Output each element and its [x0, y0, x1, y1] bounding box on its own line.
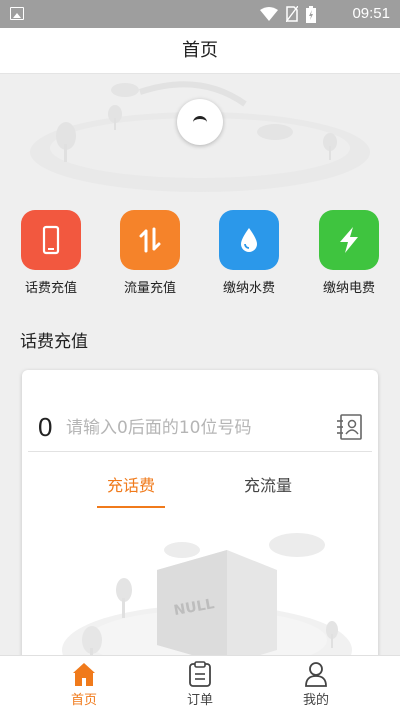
- gallery-icon: [10, 7, 24, 20]
- home-icon: [73, 663, 95, 686]
- banner: [0, 74, 400, 194]
- phone-icon: [42, 225, 60, 255]
- status-time: 09:51: [352, 5, 390, 22]
- service-phone-recharge[interactable]: 话费充值: [11, 210, 91, 296]
- service-tile: [319, 210, 379, 270]
- wifi-icon: [260, 7, 278, 21]
- nav-home[interactable]: 首页: [44, 656, 124, 711]
- tab-phone-credit[interactable]: 充话费: [97, 466, 165, 510]
- recharge-card: 0 充话费 充流量 NULL: [22, 370, 378, 670]
- battery-icon: [306, 5, 316, 23]
- profile-icon: [305, 662, 327, 687]
- service-water-bill[interactable]: 缴纳水费: [209, 210, 289, 296]
- service-tile: [219, 210, 279, 270]
- service-tile: [120, 210, 180, 270]
- nav-orders[interactable]: 订单: [160, 656, 240, 711]
- nav-label: 我的: [302, 693, 329, 708]
- order-icon: [189, 661, 211, 687]
- quick-services: 话费充值 流量充值 缴纳水费 缴纳电费: [0, 210, 400, 300]
- loading-spinner-icon: [177, 99, 223, 145]
- recharge-tabs: 充话费 充流量: [22, 466, 378, 510]
- contacts-icon[interactable]: [336, 414, 362, 440]
- service-label: 缴纳水费: [222, 281, 275, 296]
- phone-prefix: 0: [38, 412, 53, 442]
- status-bar: 09:51: [0, 0, 400, 28]
- lightning-icon: [340, 227, 358, 253]
- no-sim-icon: [286, 6, 298, 22]
- bottom-nav: 首页 订单 我的: [0, 655, 400, 711]
- empty-state-illustration: NULL: [62, 533, 352, 670]
- page-title: 首页: [182, 40, 218, 61]
- nav-label: 订单: [186, 693, 213, 708]
- tab-data-flow[interactable]: 充流量: [236, 466, 300, 510]
- arrows-updown-icon: [139, 227, 161, 253]
- section-title: 话费充值: [20, 332, 88, 352]
- phone-input-row: 0: [28, 400, 372, 452]
- system-icons: [260, 5, 316, 23]
- service-electric-bill[interactable]: 缴纳电费: [309, 210, 389, 296]
- water-drop-icon: [241, 228, 257, 252]
- service-data-recharge[interactable]: 流量充值: [110, 210, 190, 296]
- app-header: 首页: [0, 28, 400, 74]
- service-tile: [21, 210, 81, 270]
- service-label: 缴纳电费: [322, 281, 375, 296]
- service-label: 话费充值: [24, 281, 77, 296]
- nav-profile[interactable]: 我的: [276, 656, 356, 711]
- nav-label: 首页: [70, 693, 97, 708]
- service-label: 流量充值: [123, 281, 176, 296]
- phone-number-input[interactable]: [66, 414, 326, 442]
